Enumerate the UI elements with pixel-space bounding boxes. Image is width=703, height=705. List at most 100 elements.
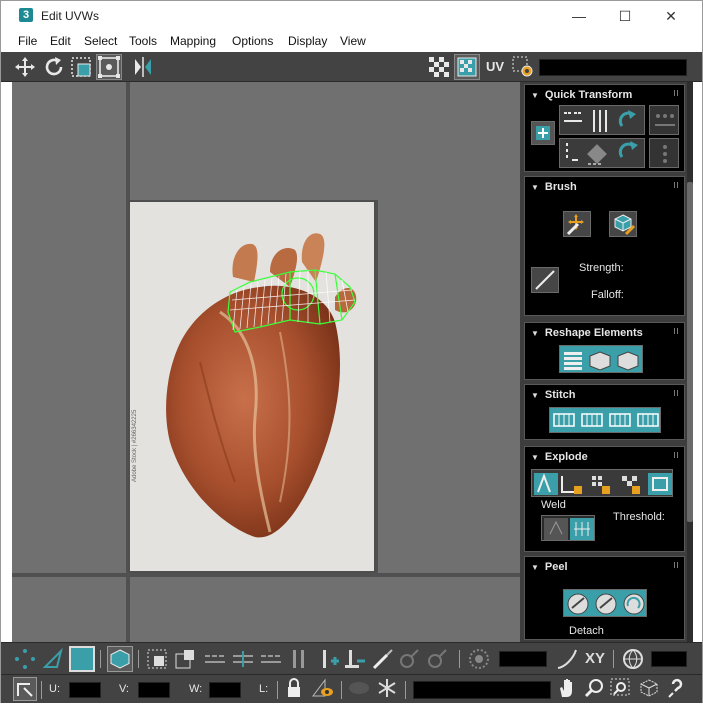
selection-toolbar: XY: [1, 642, 702, 674]
rotate-tool-icon[interactable]: [42, 55, 66, 79]
w-coordinate-field[interactable]: [209, 682, 241, 698]
pivot-align-button[interactable]: [531, 121, 555, 145]
menu-tools[interactable]: Tools: [129, 34, 157, 48]
peel-buttons-group[interactable]: [563, 589, 647, 617]
v-coordinate-label: V:: [119, 683, 129, 695]
panel-scrollbar[interactable]: [687, 82, 693, 642]
filter-field[interactable]: [413, 681, 551, 699]
rollout-grip-icon[interactable]: [674, 390, 680, 396]
rollout-grip-icon[interactable]: [674, 452, 680, 458]
reshape-elements-header[interactable]: ▼ Reshape Elements: [531, 327, 643, 339]
pan-hand-icon[interactable]: [555, 677, 579, 701]
falloff-curve-icon[interactable]: [555, 647, 579, 671]
hide-icon[interactable]: [347, 677, 371, 701]
checker-toggle-icon[interactable]: [427, 55, 451, 79]
paint-move-brush-icon[interactable]: [563, 211, 591, 237]
mirror-tool-icon[interactable]: [131, 55, 155, 79]
toolbar-separator: [277, 681, 278, 699]
explode-header[interactable]: ▼ Explode: [531, 451, 588, 463]
peel-rollout: ▼ Peel Detach: [524, 556, 685, 640]
space-horizontal-button[interactable]: [649, 105, 679, 135]
reshape-buttons-group[interactable]: [559, 345, 643, 373]
menu-select[interactable]: Select: [84, 34, 117, 48]
zoom-icon[interactable]: [583, 677, 607, 701]
space-vertical-button[interactable]: [649, 138, 679, 168]
edge-select-mode-icon[interactable]: [259, 647, 283, 671]
rollout-panel: ▼ Quick Transform ▼ Brush Strength: Fall…: [520, 82, 692, 642]
brush-falloff-curve-icon[interactable]: [531, 267, 559, 293]
move-tool-icon[interactable]: [13, 55, 37, 79]
title-bar: 3 Edit UVWs — ☐ ✕: [1, 1, 702, 31]
peel-header[interactable]: ▼ Peel: [531, 561, 568, 573]
edge-loop-icon[interactable]: [203, 647, 227, 671]
select-minus-icon[interactable]: [343, 647, 367, 671]
brush-header[interactable]: ▼ Brush: [531, 181, 577, 193]
soft-selection-icon[interactable]: [467, 647, 491, 671]
world-space-icon[interactable]: [621, 647, 645, 671]
falloff-axis-label[interactable]: XY: [585, 650, 605, 667]
toolbar-separator: [100, 650, 101, 668]
vertex-select-icon[interactable]: [13, 647, 37, 671]
align-horizontal-button[interactable]: [559, 105, 645, 135]
stitch-header[interactable]: ▼ Stitch: [531, 389, 575, 401]
maximize-button[interactable]: ☐: [602, 1, 648, 31]
w-coordinate-label: W:: [189, 683, 203, 695]
element-select-icon[interactable]: [107, 646, 133, 672]
freeform-tool-icon[interactable]: [96, 54, 122, 80]
uv-toggle-button[interactable]: UV: [483, 55, 507, 79]
paint-select-grow-icon[interactable]: [397, 647, 421, 671]
brush-strength-label: Strength:: [579, 262, 624, 274]
rollout-grip-icon[interactable]: [674, 90, 680, 96]
weld-buttons-group[interactable]: [541, 515, 595, 541]
explode-rollout: ▼ Explode Weld Threshold:: [524, 446, 685, 552]
menu-file[interactable]: File: [18, 34, 37, 48]
rollout-grip-icon[interactable]: [674, 328, 680, 334]
absolute-offset-icon[interactable]: [13, 677, 37, 701]
map-channel-dropdown[interactable]: [539, 59, 687, 76]
close-button[interactable]: ✕: [648, 1, 694, 31]
distance-value-field[interactable]: [651, 651, 687, 667]
paint-select-shrink-icon[interactable]: [425, 647, 449, 671]
heart-texture: [166, 233, 357, 538]
stitch-buttons-group[interactable]: [549, 407, 661, 433]
menu-view[interactable]: View: [340, 34, 366, 48]
help-icon[interactable]: [665, 677, 689, 701]
grow-selection-icon[interactable]: [145, 647, 169, 671]
rollout-grip-icon[interactable]: [674, 562, 680, 568]
zoom-extents-icon[interactable]: [637, 677, 661, 701]
minimize-button[interactable]: —: [556, 1, 602, 31]
v-coordinate-field[interactable]: [138, 682, 170, 698]
detach-label: Detach: [569, 625, 604, 637]
edge-select-icon[interactable]: [41, 647, 65, 671]
lock-selection-icon[interactable]: [283, 677, 307, 701]
edge-ring-icon[interactable]: [231, 647, 255, 671]
show-hidden-icon[interactable]: [311, 677, 335, 701]
texture-background-image: Adobe Stock | #266342225: [128, 200, 376, 573]
menu-options[interactable]: Options: [232, 34, 273, 48]
menu-mapping[interactable]: Mapping: [170, 34, 216, 48]
freeze-icon[interactable]: [375, 677, 399, 701]
polygon-select-icon[interactable]: [69, 646, 95, 672]
paint-select-icon[interactable]: [371, 647, 395, 671]
align-vertical-button[interactable]: [559, 138, 645, 168]
u-coordinate-field[interactable]: [69, 682, 101, 698]
top-toolbar: UV: [1, 52, 702, 82]
shrink-selection-icon[interactable]: [173, 647, 197, 671]
app-icon: 3: [19, 8, 33, 22]
explode-buttons-group[interactable]: [531, 469, 673, 497]
grid-line: [12, 573, 520, 577]
scale-tool-icon[interactable]: [69, 55, 93, 79]
rollout-grip-icon[interactable]: [674, 182, 680, 188]
quick-transform-header[interactable]: ▼ Quick Transform: [531, 89, 632, 101]
texture-settings-icon[interactable]: [511, 55, 535, 79]
select-by-column-icon[interactable]: [287, 647, 311, 671]
soft-selection-value-field[interactable]: [499, 651, 547, 667]
relax-brush-icon[interactable]: [609, 211, 637, 237]
select-plus-icon[interactable]: [317, 647, 341, 671]
scrollbar-thumb[interactable]: [687, 182, 693, 522]
menu-edit[interactable]: Edit: [50, 34, 71, 48]
texture-map-icon[interactable]: [454, 54, 480, 80]
menu-display[interactable]: Display: [288, 34, 327, 48]
zoom-region-icon[interactable]: [609, 677, 633, 701]
uv-viewport[interactable]: Adobe Stock | #266342225: [12, 82, 520, 642]
